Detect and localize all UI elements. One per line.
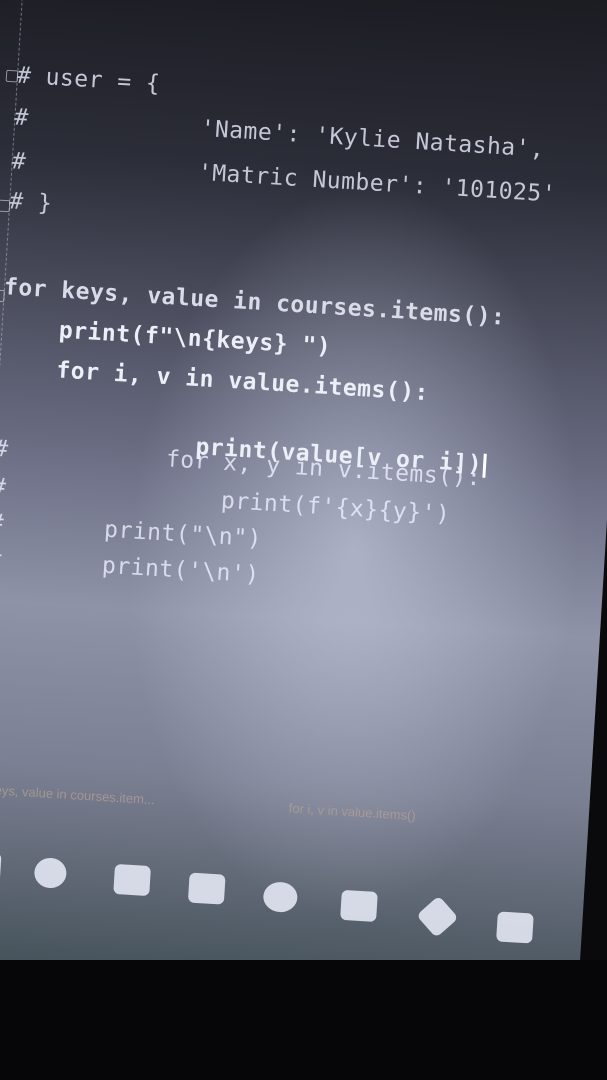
breadcrumb-item[interactable]: for i, v in value.items() [288, 800, 416, 823]
code-line[interactable]: # } [9, 188, 54, 217]
terminal-icon[interactable] [496, 911, 534, 944]
breadcrumb-bar: for keys, value in courses.item... for i… [0, 781, 569, 844]
folder-icon[interactable] [340, 889, 378, 922]
app-icon[interactable] [0, 850, 2, 883]
code-line[interactable]: # print('\n') [0, 546, 260, 589]
code-line[interactable]: print(f"\n{keys} ") [1, 314, 332, 361]
code-line[interactable]: for i, v in value.items(): [0, 354, 430, 406]
breadcrumb-item[interactable]: for keys, value in courses.item... [0, 781, 155, 807]
taskbar [0, 828, 586, 958]
editor-screen: } # user = { # 'Name': 'Kylie Natasha', … [0, 0, 607, 1029]
browser-icon[interactable] [33, 857, 68, 889]
code-line[interactable]: # print("\n") [0, 510, 263, 553]
store-icon[interactable] [113, 863, 152, 897]
chat-icon[interactable] [262, 881, 299, 914]
monitor-bezel [0, 960, 607, 1080]
sublime-icon[interactable] [416, 895, 459, 938]
text-cursor [482, 453, 487, 478]
code-line[interactable]: # user = { [16, 62, 161, 97]
mail-icon[interactable] [187, 872, 226, 905]
